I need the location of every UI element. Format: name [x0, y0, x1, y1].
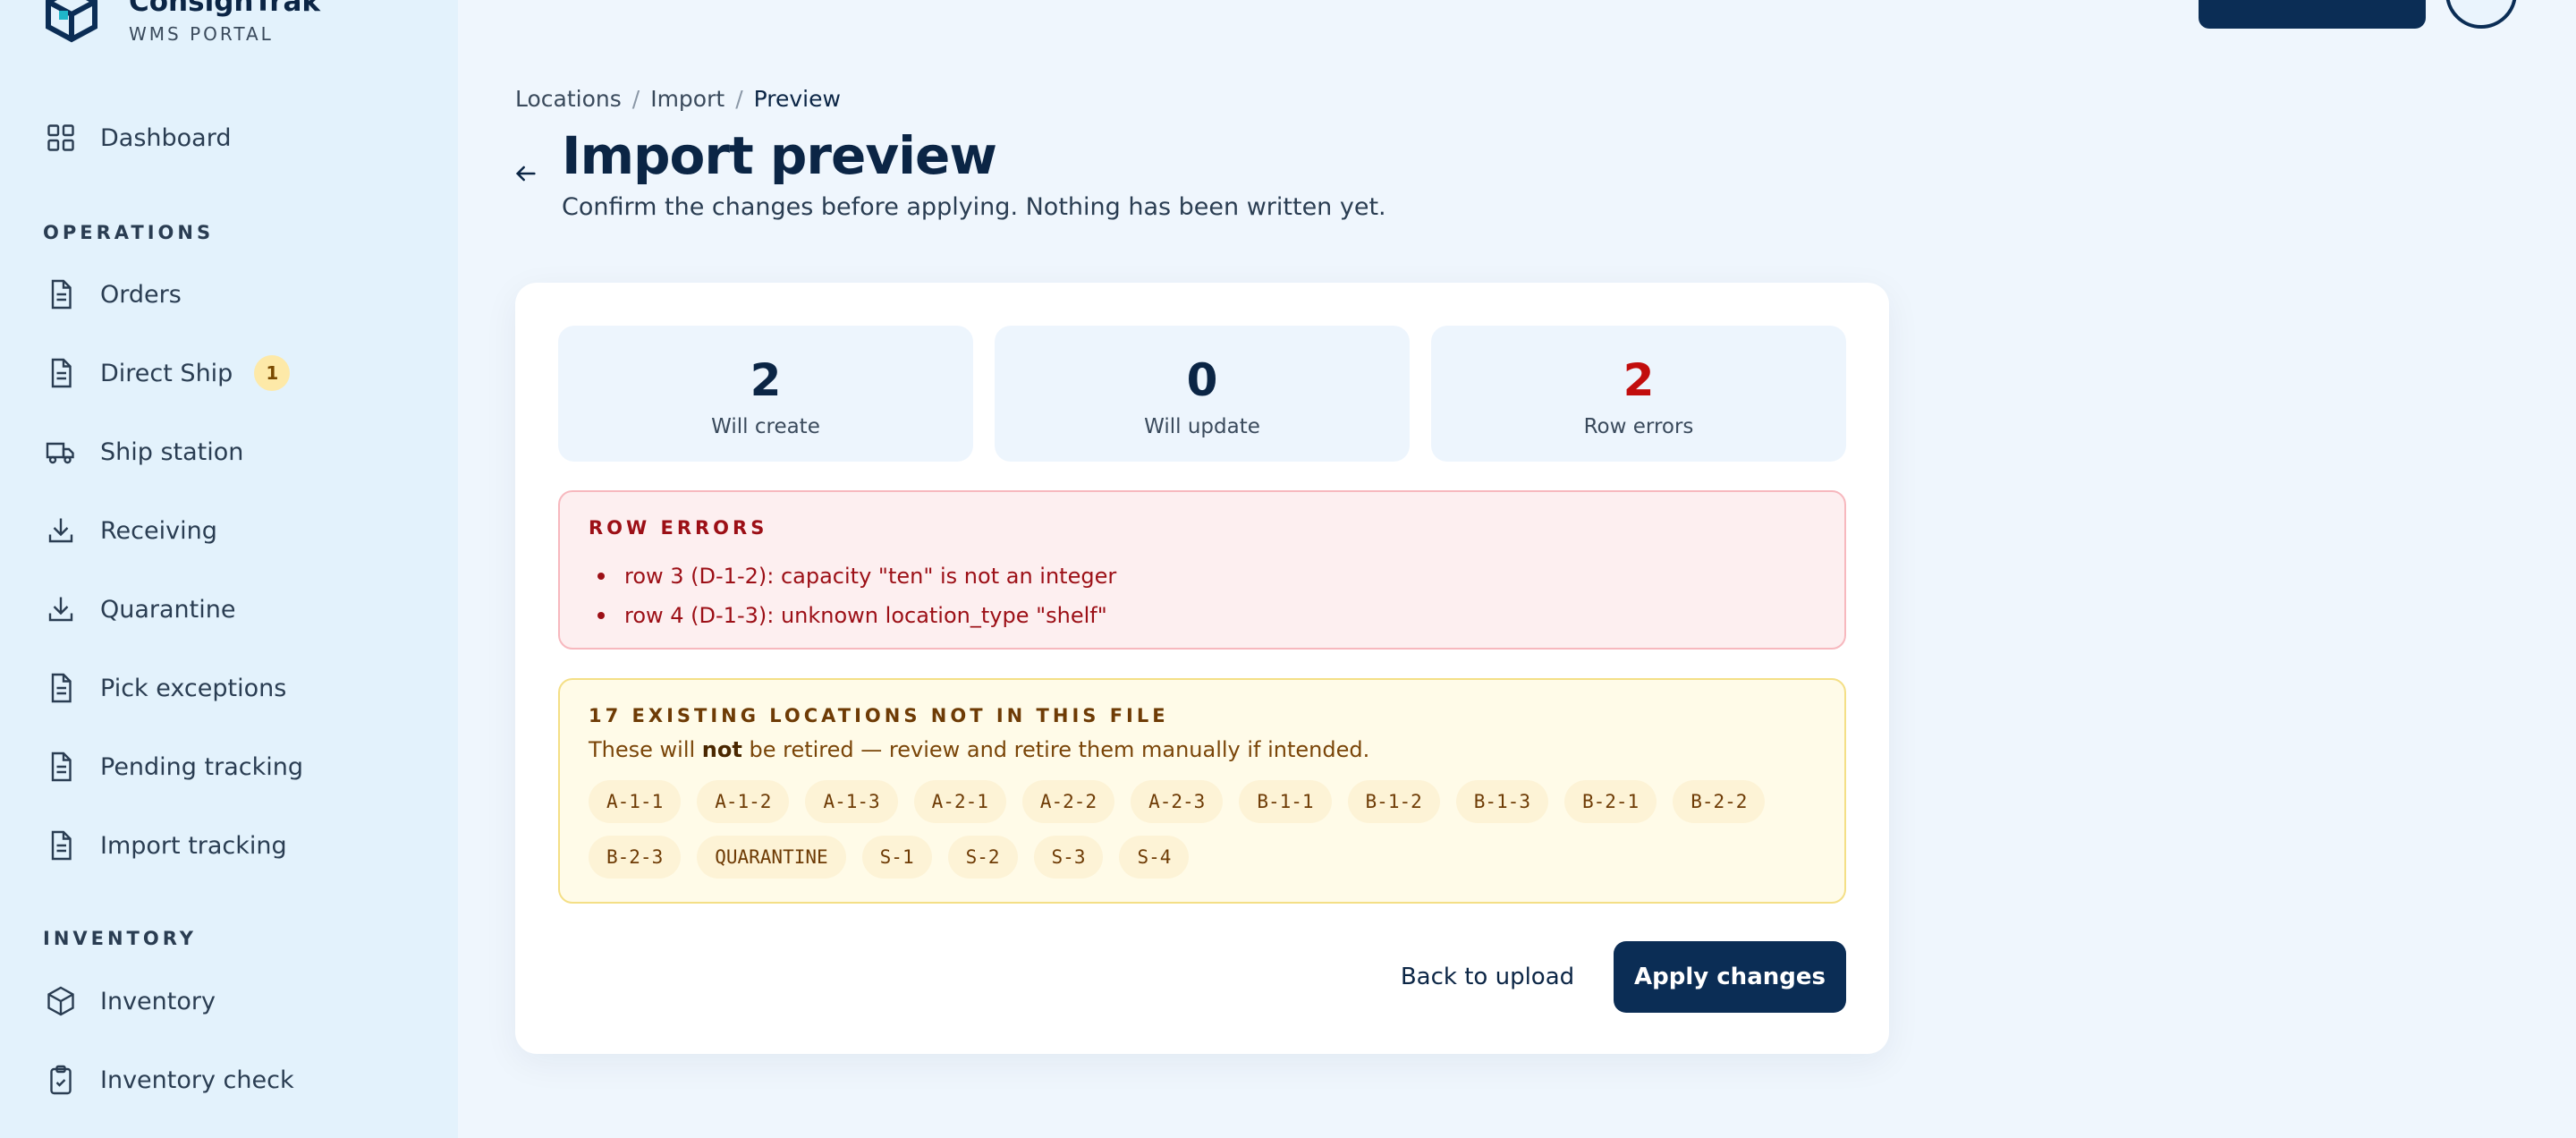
page-subtitle: Confirm the changes before applying. Not… — [562, 193, 1386, 221]
location-chip: S-2 — [947, 836, 1018, 879]
apply-changes-button[interactable]: Apply changes — [1614, 941, 1846, 1013]
breadcrumb-link-import[interactable]: Import — [650, 86, 724, 112]
location-chip: B-1-1 — [1239, 780, 1332, 823]
breadcrumb-separator: / — [735, 86, 743, 112]
download-icon — [43, 591, 79, 627]
section-label-inventory: INVENTORY — [43, 928, 197, 949]
location-chip: QUARANTINE — [697, 836, 846, 879]
download-icon — [43, 513, 79, 548]
sidebar-item-quarantine[interactable]: Quarantine — [43, 584, 419, 634]
location-chip-list: A-1-1 A-1-2 A-1-3 A-2-1 A-2-2 A-2-3 B-1-… — [589, 780, 1823, 879]
grid-icon — [43, 120, 79, 156]
brand[interactable]: ConsignTrak WMS PORTAL — [43, 0, 320, 45]
location-chip: A-1-2 — [697, 780, 790, 823]
brand-name: ConsignTrak — [129, 0, 321, 18]
sidebar-item-label: Receiving — [100, 516, 217, 545]
existing-locations-description: These will not be retired — review and r… — [589, 737, 1370, 762]
breadcrumb-link-locations[interactable]: Locations — [515, 86, 622, 112]
stat-row-errors: 2 Row errors — [1431, 326, 1846, 462]
row-errors-heading: ROW ERRORS — [589, 517, 768, 539]
stat-will-create: 2 Will create — [558, 326, 973, 462]
document-icon — [43, 670, 79, 706]
breadcrumb-separator: / — [631, 86, 640, 112]
consigntrak-logo — [46, 0, 97, 43]
back-arrow-icon[interactable] — [513, 161, 538, 186]
breadcrumb-current: Preview — [753, 86, 841, 112]
location-chip: A-1-1 — [589, 780, 682, 823]
section-label-operations: OPERATIONS — [43, 222, 215, 243]
sidebar-item-label: Ship station — [100, 437, 244, 466]
sidebar-item-dashboard[interactable]: Dashboard — [43, 113, 419, 163]
sidebar-item-label: Inventory check — [100, 1066, 294, 1094]
location-chip: S-4 — [1119, 836, 1190, 879]
box-icon — [43, 983, 79, 1019]
existing-locations-panel: 17 EXISTING LOCATIONS NOT IN THIS FILE T… — [558, 678, 1846, 904]
stat-label: Will update — [1144, 415, 1260, 438]
stat-label: Will create — [711, 415, 820, 438]
row-error-item: row 3 (D-1-2): capacity "ten" is not an … — [597, 556, 1116, 596]
document-icon — [43, 355, 79, 391]
row-errors-list: row 3 (D-1-2): capacity "ten" is not an … — [597, 556, 1116, 635]
back-to-upload-button[interactable]: Back to upload — [1385, 941, 1590, 1013]
import-preview-card: 2 Will create 0 Will update 2 Row errors… — [515, 283, 1889, 1054]
location-chip: A-2-1 — [913, 780, 1006, 823]
brand-subtitle: WMS PORTAL — [129, 23, 274, 45]
location-chip: B-2-1 — [1563, 780, 1657, 823]
sidebar-item-label: Pick exceptions — [100, 674, 287, 702]
sidebar-item-inventory-check[interactable]: Inventory check — [43, 1055, 419, 1105]
truck-icon — [43, 434, 79, 470]
row-errors-panel: ROW ERRORS row 3 (D-1-2): capacity "ten"… — [558, 490, 1846, 650]
document-icon — [43, 749, 79, 785]
location-chip: A-1-3 — [805, 780, 898, 823]
stat-label: Row errors — [1583, 415, 1694, 438]
sidebar-item-import-tracking[interactable]: Import tracking — [43, 820, 419, 870]
breadcrumb: Locations / Import / Preview — [515, 86, 841, 112]
header-action-button[interactable] — [2199, 0, 2426, 29]
stat-value: 2 — [750, 354, 782, 406]
document-icon — [43, 276, 79, 312]
location-chip: B-2-2 — [1673, 780, 1766, 823]
document-icon — [43, 828, 79, 863]
location-chip: B-1-2 — [1347, 780, 1440, 823]
avatar[interactable] — [2445, 0, 2517, 29]
sidebar-item-label: Inventory — [100, 987, 216, 1015]
location-chip: S-3 — [1033, 836, 1104, 879]
location-chip: B-1-3 — [1455, 780, 1548, 823]
location-chip: A-2-3 — [1131, 780, 1224, 823]
sidebar-item-label: Direct Ship — [100, 359, 233, 387]
row-error-item: row 4 (D-1-3): unknown location_type "sh… — [597, 596, 1116, 635]
sidebar: ConsignTrak WMS PORTAL Dashboard OPERATI… — [0, 0, 458, 1138]
stat-will-update: 0 Will update — [995, 326, 1410, 462]
count-badge: 1 — [254, 355, 291, 391]
location-chip: S-1 — [861, 836, 932, 879]
sidebar-item-orders[interactable]: Orders — [43, 269, 419, 319]
sidebar-item-inventory[interactable]: Inventory — [43, 976, 419, 1026]
stat-value: 0 — [1186, 354, 1218, 406]
sidebar-item-label: Orders — [100, 280, 182, 309]
sidebar-item-pending-tracking[interactable]: Pending tracking — [43, 742, 419, 792]
location-chip: A-2-2 — [1021, 780, 1115, 823]
clipboard-check-icon — [43, 1062, 79, 1098]
sidebar-item-ship-station[interactable]: Ship station — [43, 427, 419, 477]
existing-locations-heading: 17 EXISTING LOCATIONS NOT IN THIS FILE — [589, 705, 1169, 726]
sidebar-item-receiving[interactable]: Receiving — [43, 505, 419, 556]
sidebar-item-label: Import tracking — [100, 831, 287, 860]
location-chip: B-2-3 — [589, 836, 682, 879]
sidebar-item-pick-exceptions[interactable]: Pick exceptions — [43, 663, 419, 713]
sidebar-item-label: Pending tracking — [100, 752, 303, 781]
sidebar-item-label: Quarantine — [100, 595, 236, 624]
sidebar-item-direct-ship[interactable]: Direct Ship 1 — [43, 348, 419, 398]
page-title: Import preview — [562, 125, 997, 186]
sidebar-item-label: Dashboard — [100, 123, 232, 152]
stat-value: 2 — [1623, 354, 1655, 406]
